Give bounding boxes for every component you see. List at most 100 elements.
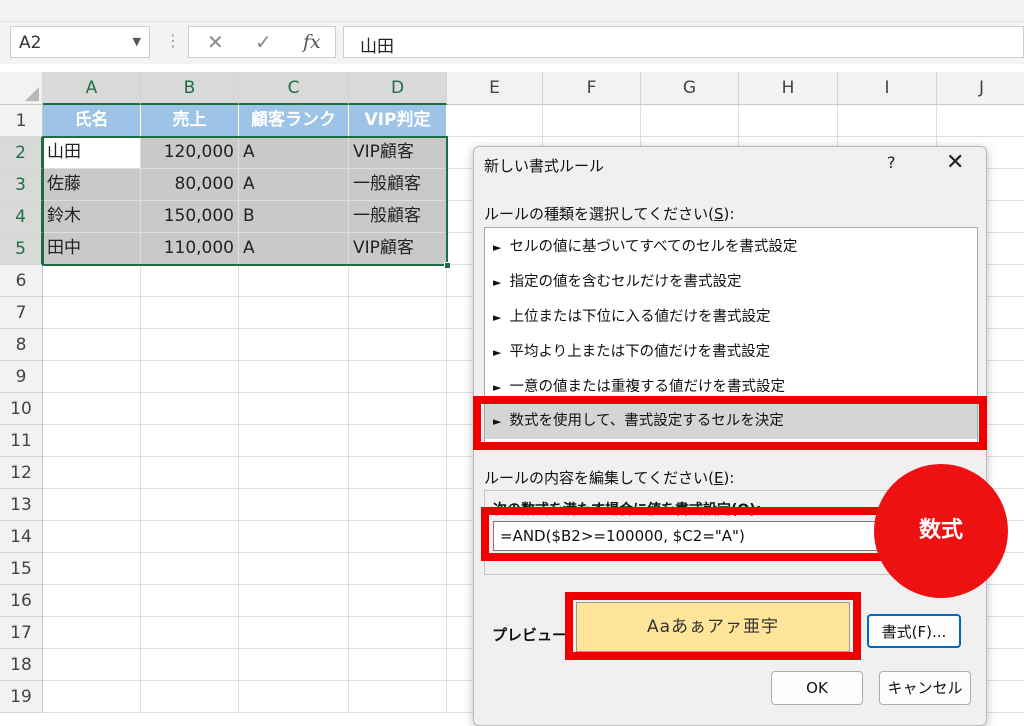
cell[interactable] bbox=[349, 553, 447, 585]
close-icon[interactable]: ✕ bbox=[946, 150, 964, 175]
cell[interactable] bbox=[349, 489, 447, 521]
data-cell[interactable]: 110,000 bbox=[141, 233, 239, 265]
cell[interactable] bbox=[349, 361, 447, 393]
cancel-icon[interactable]: ✕ bbox=[207, 30, 224, 54]
column-header-f[interactable]: F bbox=[543, 72, 641, 105]
cell[interactable] bbox=[349, 329, 447, 361]
rule-type-list[interactable]: ► セルの値に基づいてすべてのセルを書式設定 ► 指定の値を含むセルだけを書式設定 ► 上… bbox=[484, 227, 978, 449]
cell[interactable] bbox=[141, 393, 239, 425]
name-box[interactable]: A2 ▼ bbox=[10, 26, 150, 58]
row-header-2[interactable]: 2 bbox=[0, 137, 43, 169]
cell[interactable] bbox=[349, 585, 447, 617]
cell[interactable] bbox=[543, 105, 641, 137]
cell[interactable] bbox=[239, 329, 349, 361]
cell[interactable] bbox=[141, 297, 239, 329]
cell[interactable] bbox=[43, 617, 141, 649]
cell[interactable] bbox=[239, 489, 349, 521]
data-cell[interactable]: 150,000 bbox=[141, 201, 239, 233]
cell[interactable] bbox=[43, 489, 141, 521]
cell[interactable] bbox=[739, 105, 838, 137]
cell[interactable] bbox=[43, 393, 141, 425]
insert-function-icon[interactable]: fx bbox=[303, 31, 321, 53]
rule-type-item[interactable]: ► 一意の値または重複する値だけを書式設定 bbox=[485, 370, 977, 405]
cell[interactable] bbox=[349, 425, 447, 457]
cell[interactable] bbox=[239, 265, 349, 297]
row-header-16[interactable]: 16 bbox=[0, 585, 43, 617]
data-cell[interactable]: 120,000 bbox=[141, 137, 239, 169]
rule-type-item[interactable]: ► 上位または下位に入る値だけを書式設定 bbox=[485, 300, 977, 335]
data-cell[interactable]: VIP顧客 bbox=[349, 233, 447, 265]
data-cell[interactable]: 一般顧客 bbox=[349, 201, 447, 233]
cell[interactable] bbox=[239, 361, 349, 393]
cell[interactable] bbox=[349, 649, 447, 681]
row-header-19[interactable]: 19 bbox=[0, 681, 43, 713]
cell[interactable] bbox=[43, 521, 141, 553]
row-header-11[interactable]: 11 bbox=[0, 425, 43, 457]
cell[interactable] bbox=[349, 265, 447, 297]
cell[interactable] bbox=[349, 457, 447, 489]
active-cell[interactable]: 山田 bbox=[43, 137, 141, 169]
row-header-1[interactable]: 1 bbox=[0, 105, 43, 137]
column-header-j[interactable]: J bbox=[937, 72, 1024, 105]
data-cell[interactable]: 佐藤 bbox=[43, 169, 141, 201]
cell[interactable] bbox=[239, 297, 349, 329]
header-cell[interactable]: 顧客ランク bbox=[239, 105, 349, 137]
header-cell[interactable]: 氏名 bbox=[43, 105, 141, 137]
cell[interactable] bbox=[43, 457, 141, 489]
row-header-5[interactable]: 5 bbox=[0, 233, 43, 265]
more-options-icon[interactable]: ⋮ bbox=[165, 31, 181, 50]
enter-icon[interactable]: ✓ bbox=[255, 30, 272, 54]
column-header-a[interactable]: A bbox=[43, 72, 141, 105]
row-header-3[interactable]: 3 bbox=[0, 169, 43, 201]
column-header-g[interactable]: G bbox=[641, 72, 739, 105]
column-header-b[interactable]: B bbox=[141, 72, 239, 105]
cell[interactable] bbox=[239, 521, 349, 553]
rule-type-item[interactable]: ► 指定の値を含むセルだけを書式設定 bbox=[485, 265, 977, 300]
cell[interactable] bbox=[239, 649, 349, 681]
cell[interactable] bbox=[141, 361, 239, 393]
cell[interactable] bbox=[141, 489, 239, 521]
data-cell[interactable]: 鈴木 bbox=[43, 201, 141, 233]
cell[interactable] bbox=[141, 457, 239, 489]
cell[interactable] bbox=[43, 649, 141, 681]
cell[interactable] bbox=[349, 521, 447, 553]
help-icon[interactable]: ? bbox=[887, 153, 896, 172]
cell[interactable] bbox=[838, 105, 937, 137]
cell[interactable] bbox=[349, 617, 447, 649]
cell[interactable] bbox=[43, 361, 141, 393]
data-cell[interactable]: A bbox=[239, 233, 349, 265]
row-header-4[interactable]: 4 bbox=[0, 201, 43, 233]
column-header-d[interactable]: D bbox=[349, 72, 447, 105]
cell[interactable] bbox=[43, 329, 141, 361]
cell[interactable] bbox=[141, 585, 239, 617]
data-cell[interactable]: 一般顧客 bbox=[349, 169, 447, 201]
row-header-9[interactable]: 9 bbox=[0, 361, 43, 393]
chevron-down-icon[interactable]: ▼ bbox=[133, 35, 141, 48]
cell[interactable] bbox=[349, 681, 447, 713]
select-all-corner[interactable] bbox=[0, 72, 43, 105]
cell[interactable] bbox=[239, 681, 349, 713]
data-cell[interactable]: A bbox=[239, 137, 349, 169]
cell[interactable] bbox=[43, 425, 141, 457]
data-cell[interactable]: B bbox=[239, 201, 349, 233]
formula-input[interactable]: 山田 bbox=[343, 26, 1024, 58]
row-header-7[interactable]: 7 bbox=[0, 297, 43, 329]
format-button[interactable]: 書式(F)... bbox=[867, 614, 961, 648]
rule-type-item[interactable]: ► セルの値に基づいてすべてのセルを書式設定 bbox=[485, 230, 977, 265]
rule-type-item[interactable]: ► 平均より上または下の値だけを書式設定 bbox=[485, 335, 977, 370]
header-cell[interactable]: 売上 bbox=[141, 105, 239, 137]
cell[interactable] bbox=[43, 297, 141, 329]
cell[interactable] bbox=[239, 585, 349, 617]
cell[interactable] bbox=[141, 617, 239, 649]
header-cell[interactable]: VIP判定 bbox=[349, 105, 447, 137]
cancel-button[interactable]: キャンセル bbox=[879, 671, 971, 705]
ok-button[interactable]: OK bbox=[771, 671, 863, 705]
row-header-14[interactable]: 14 bbox=[0, 521, 43, 553]
cell[interactable] bbox=[43, 265, 141, 297]
cell[interactable] bbox=[239, 393, 349, 425]
cell[interactable] bbox=[43, 553, 141, 585]
data-cell[interactable]: A bbox=[239, 169, 349, 201]
data-cell[interactable]: 80,000 bbox=[141, 169, 239, 201]
cell[interactable] bbox=[349, 393, 447, 425]
cell[interactable] bbox=[239, 457, 349, 489]
